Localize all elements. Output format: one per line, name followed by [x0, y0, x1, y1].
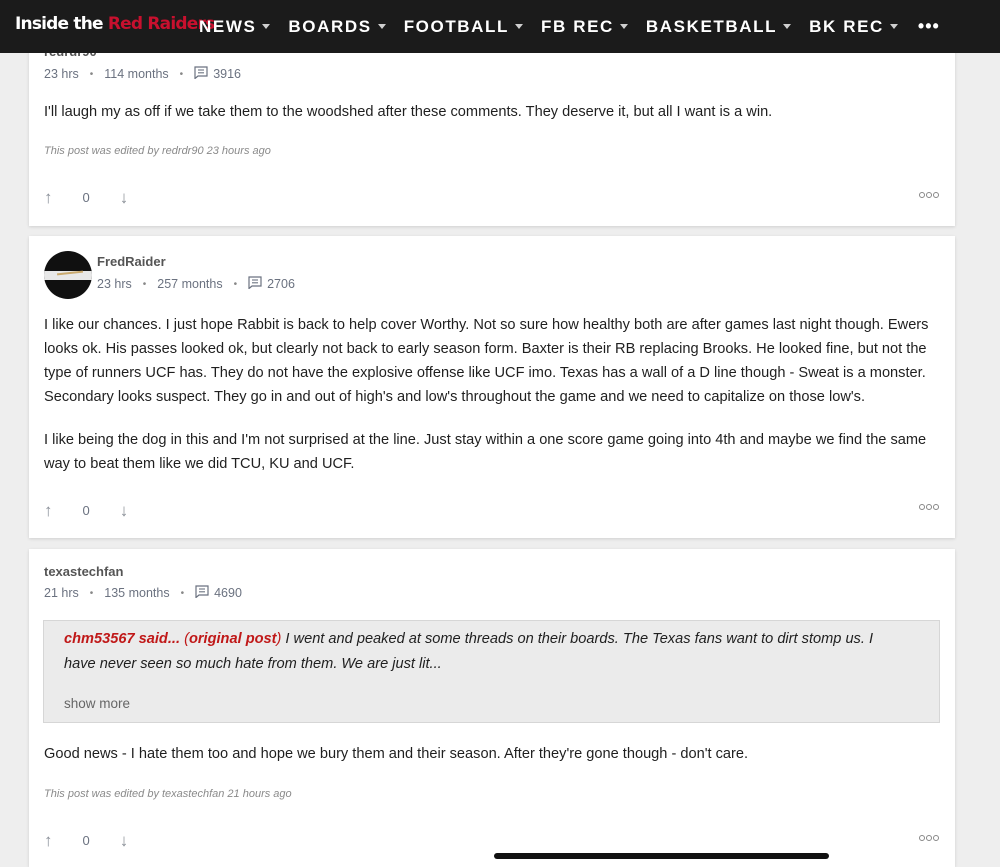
post-body: I'll laugh my as off if we take them to … [44, 100, 941, 124]
nav-fb-rec-label: FB REC [541, 16, 614, 36]
nav-basketball[interactable]: BASKETBALL [645, 16, 792, 37]
nav-boards-label: BOARDS [288, 16, 372, 36]
downvote-icon[interactable]: ↓ [120, 832, 129, 849]
more-options-icon[interactable] [919, 835, 939, 841]
nav-football-label: FOOTBALL [403, 16, 510, 36]
top-nav-bar: Inside the Red Raiders NEWS BOARDS FOOTB… [0, 0, 1000, 53]
member-tenure: 114 months [104, 67, 169, 81]
upvote-icon[interactable]: ↑ [44, 832, 53, 849]
edited-note: This post was edited by texastechfan 21 … [44, 788, 292, 800]
downvote-icon[interactable]: ↓ [120, 189, 129, 206]
comment-icon [194, 66, 208, 82]
quote-author[interactable]: chm53567 said... [64, 631, 180, 647]
more-options-icon[interactable] [919, 504, 939, 510]
nav-news-label: NEWS [199, 16, 257, 36]
post-meta: 23 hrs • 114 months • 3916 [44, 66, 241, 82]
post-body: Good news - I hate them too and hope we … [44, 742, 941, 766]
chevron-down-icon [889, 24, 898, 29]
avatar[interactable] [44, 251, 92, 299]
chevron-down-icon [515, 24, 524, 29]
separator-dot: • [179, 68, 184, 80]
post-count: 2706 [267, 277, 295, 291]
separator-dot: • [89, 68, 94, 80]
nav-fb-rec[interactable]: FB REC [541, 17, 628, 37]
post-time: 23 hrs [97, 277, 132, 291]
nav-news[interactable]: NEWS [199, 16, 271, 37]
quote-text: chm53567 said... (original post) I went … [64, 627, 904, 677]
separator-dot: • [142, 278, 147, 290]
post-time: 23 hrs [44, 67, 79, 81]
separator-dot: • [89, 587, 94, 599]
chevron-down-icon [377, 24, 386, 29]
vote-count: 0 [82, 189, 90, 205]
home-indicator [494, 853, 829, 859]
post-time: 21 hrs [44, 586, 79, 600]
post-count: 4690 [214, 586, 242, 600]
quote-open-paren: ( [180, 631, 189, 647]
post-paragraph: I'll laugh my as off if we take them to … [44, 104, 773, 120]
nav-basketball-label: BASKETBALL [645, 16, 778, 36]
post-card: texastechfan 21 hrs • 135 months • 4690 … [29, 549, 955, 867]
post-paragraph: I like being the dog in this and I'm not… [44, 432, 927, 472]
chevron-down-icon [619, 24, 628, 29]
member-tenure: 257 months [157, 277, 223, 291]
main-nav: NEWS BOARDS FOOTBALL FB REC BASKETBALL B… [199, 0, 940, 53]
post-paragraph: Good news - I hate them too and hope we … [44, 746, 749, 762]
nav-football[interactable]: FOOTBALL [403, 16, 524, 37]
post-paragraph: I like our chances. I just hope Rabbit i… [44, 317, 929, 405]
downvote-icon[interactable]: ↓ [120, 502, 129, 519]
post-card: FredRaider 23 hrs • 257 months • 2706 I … [29, 236, 955, 538]
vote-count: 0 [82, 832, 90, 848]
post-body: I like our chances. I just hope Rabbit i… [44, 313, 941, 476]
member-tenure: 135 months [104, 586, 170, 600]
upvote-icon[interactable]: ↑ [44, 502, 53, 519]
site-logo[interactable]: Inside the Red Raiders [15, 14, 215, 34]
more-options-icon[interactable] [919, 192, 939, 198]
chevron-down-icon [783, 24, 792, 29]
vote-actions: ↑ 0 ↓ [44, 500, 128, 520]
comment-icon [195, 585, 209, 601]
comment-icon [248, 276, 262, 292]
post-meta: 21 hrs • 135 months • 4690 [44, 585, 242, 601]
nav-boards[interactable]: BOARDS [288, 16, 386, 37]
separator-dot: • [180, 587, 185, 599]
logo-text-white: Inside the [15, 14, 108, 34]
original-post-link[interactable]: original post [189, 631, 277, 647]
quoted-post: chm53567 said... (original post) I went … [43, 620, 940, 723]
nav-bk-rec-label: BK REC [809, 16, 884, 36]
upvote-icon[interactable]: ↑ [44, 189, 53, 206]
post-username[interactable]: FredRaider [97, 254, 166, 269]
post-username[interactable]: texastechfan [44, 564, 123, 579]
vote-actions: ↑ 0 ↓ [44, 830, 128, 850]
post-meta: 23 hrs • 257 months • 2706 [97, 276, 295, 292]
show-more-link[interactable]: show more [64, 696, 130, 711]
nav-more-button[interactable]: ••• [918, 16, 940, 37]
edited-note: This post was edited by redrdr90 23 hour… [44, 145, 271, 157]
nav-bk-rec[interactable]: BK REC [809, 17, 898, 37]
separator-dot: • [233, 278, 238, 290]
post-count: 3916 [213, 67, 241, 81]
vote-actions: ↑ 0 ↓ [44, 187, 128, 207]
chevron-down-icon [262, 24, 271, 29]
post-card: redrdr90 23 hrs • 114 months • 3916 I'll… [29, 30, 955, 226]
vote-count: 0 [82, 502, 90, 518]
